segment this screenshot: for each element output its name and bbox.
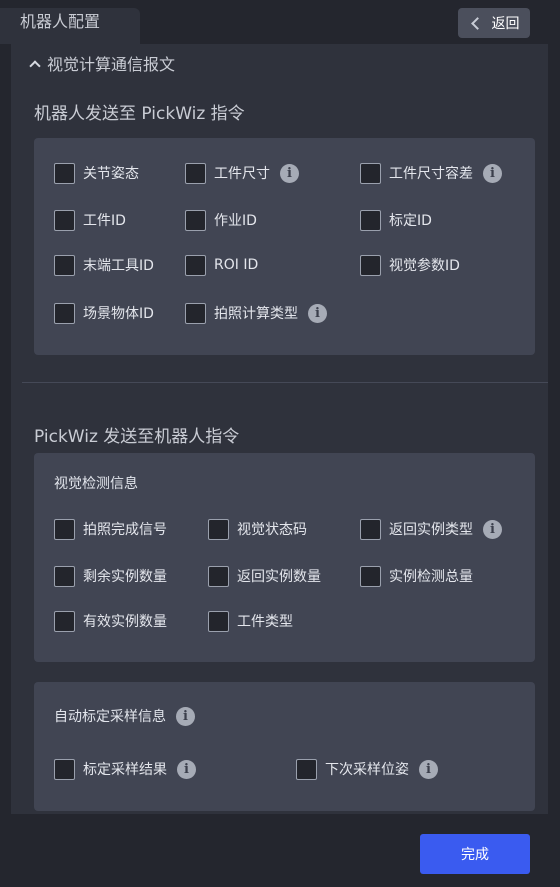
checkbox[interactable]	[296, 758, 317, 780]
checkbox[interactable]	[54, 610, 75, 632]
checkbox-item[interactable]: 拍照计算类型 i	[185, 302, 327, 324]
checkbox-label: 工件类型	[237, 614, 293, 630]
checkbox-item[interactable]: 返回实例类型 i	[360, 518, 502, 540]
robot-to-pickwiz-card: 关节姿态 工件尺寸 i 工件尺寸容差 i 工件ID 作业ID 标定ID 末端工具…	[34, 138, 535, 355]
info-icon[interactable]: i	[419, 759, 438, 779]
checkbox-item[interactable]: 标定采样结果 i	[54, 758, 196, 780]
checkbox-item[interactable]: 实例检测总量	[360, 565, 473, 587]
checkbox-item[interactable]: 标定ID	[360, 209, 432, 231]
checkbox-item[interactable]: 拍照完成信号	[54, 518, 167, 540]
checkbox-label: 场景物体ID	[83, 306, 154, 322]
checkbox[interactable]	[360, 518, 381, 540]
checkbox-label: 有效实例数量	[83, 614, 167, 630]
info-icon[interactable]: i	[177, 759, 196, 779]
checkbox[interactable]	[54, 758, 75, 780]
info-icon[interactable]: i	[280, 163, 299, 183]
checkbox[interactable]	[360, 565, 381, 587]
pickwiz-to-robot-heading: PickWiz 发送至机器人指令	[34, 427, 240, 447]
checkbox[interactable]	[54, 254, 75, 276]
info-icon[interactable]: i	[308, 303, 327, 323]
done-button[interactable]: 完成	[420, 834, 530, 874]
checkbox-item[interactable]: ROI ID	[185, 254, 258, 276]
section-title: 视觉计算通信报文	[47, 55, 176, 74]
checkbox-item[interactable]: 作业ID	[185, 209, 257, 231]
checkbox[interactable]	[185, 254, 206, 276]
checkbox-item[interactable]: 场景物体ID	[54, 302, 154, 324]
checkbox-item[interactable]: 工件类型	[208, 610, 293, 632]
checkbox-label: 拍照完成信号	[83, 522, 167, 538]
checkbox-label: 工件尺寸容差	[389, 166, 473, 182]
checkbox-item[interactable]: 返回实例数量	[208, 565, 321, 587]
checkbox-label: 末端工具ID	[83, 258, 154, 274]
back-button[interactable]: 返回	[458, 8, 530, 38]
checkbox-item[interactable]: 末端工具ID	[54, 254, 154, 276]
divider	[22, 382, 548, 383]
checkbox[interactable]	[54, 302, 75, 324]
checkbox-label: 工件ID	[83, 213, 126, 229]
info-icon[interactable]: i	[483, 163, 502, 183]
checkbox-label: 返回实例数量	[237, 569, 321, 585]
checkbox-item[interactable]: 视觉参数ID	[360, 254, 460, 276]
checkbox-label: 返回实例类型	[389, 522, 473, 538]
checkbox[interactable]	[54, 209, 75, 231]
checkbox[interactable]	[360, 162, 381, 184]
checkbox-label: 作业ID	[214, 213, 257, 229]
robot-to-pickwiz-heading: 机器人发送至 PickWiz 指令	[34, 104, 245, 124]
checkbox-label: 视觉参数ID	[389, 258, 460, 274]
checkbox[interactable]	[185, 302, 206, 324]
back-button-label: 返回	[491, 16, 520, 32]
checkbox-label: 标定ID	[389, 213, 432, 229]
top-bar: 机器人配置 返回	[0, 0, 560, 44]
checkbox[interactable]	[360, 209, 381, 231]
checkbox-label: 拍照计算类型	[214, 306, 298, 322]
footer: 完成	[0, 814, 560, 887]
info-icon[interactable]: i	[176, 706, 195, 726]
config-panel: 视觉计算通信报文 机器人发送至 PickWiz 指令 关节姿态 工件尺寸 i 工…	[11, 44, 548, 814]
checkbox[interactable]	[360, 254, 381, 276]
checkbox-label: 实例检测总量	[389, 569, 473, 585]
checkbox-label: 标定采样结果	[83, 762, 167, 778]
checkbox-item[interactable]: 下次采样位姿 i	[296, 758, 438, 780]
checkbox[interactable]	[185, 162, 206, 184]
auto-calibration-card: 自动标定采样信息 i 标定采样结果 i 下次采样位姿 i	[34, 682, 535, 811]
chevron-up-icon	[29, 59, 41, 72]
checkbox-label: 下次采样位姿	[325, 762, 409, 778]
checkbox-item[interactable]: 工件尺寸 i	[185, 162, 299, 184]
checkbox-item[interactable]: 有效实例数量	[54, 610, 167, 632]
checkbox[interactable]	[208, 565, 229, 587]
checkbox-item[interactable]: 视觉状态码	[208, 518, 307, 540]
checkbox[interactable]	[54, 162, 75, 184]
checkbox-item[interactable]: 工件ID	[54, 209, 126, 231]
page-title: 机器人配置	[0, 8, 140, 44]
checkbox-label: 剩余实例数量	[83, 569, 167, 585]
auto-calibration-title-label: 自动标定采样信息	[54, 709, 166, 725]
checkbox[interactable]	[54, 565, 75, 587]
auto-calibration-title: 自动标定采样信息 i	[54, 706, 195, 726]
chevron-left-icon	[470, 16, 484, 30]
checkbox-label: 工件尺寸	[214, 166, 270, 182]
checkbox-item[interactable]: 剩余实例数量	[54, 565, 167, 587]
checkbox-label: 关节姿态	[83, 166, 139, 182]
checkbox[interactable]	[208, 518, 229, 540]
checkbox-item[interactable]: 工件尺寸容差 i	[360, 162, 502, 184]
checkbox[interactable]	[208, 610, 229, 632]
checkbox-label: ROI ID	[214, 257, 259, 273]
checkbox[interactable]	[54, 518, 75, 540]
checkbox[interactable]	[185, 209, 206, 231]
checkbox-item[interactable]: 关节姿态	[54, 162, 139, 184]
vision-detection-card: 视觉检测信息 拍照完成信号 视觉状态码 返回实例类型 i 剩余实例数量 返回实例…	[34, 453, 535, 662]
info-icon[interactable]: i	[483, 519, 502, 539]
section-toggle[interactable]: 视觉计算通信报文	[29, 48, 176, 78]
checkbox-label: 视觉状态码	[237, 522, 307, 538]
vision-detection-title: 视觉检测信息	[54, 476, 138, 492]
